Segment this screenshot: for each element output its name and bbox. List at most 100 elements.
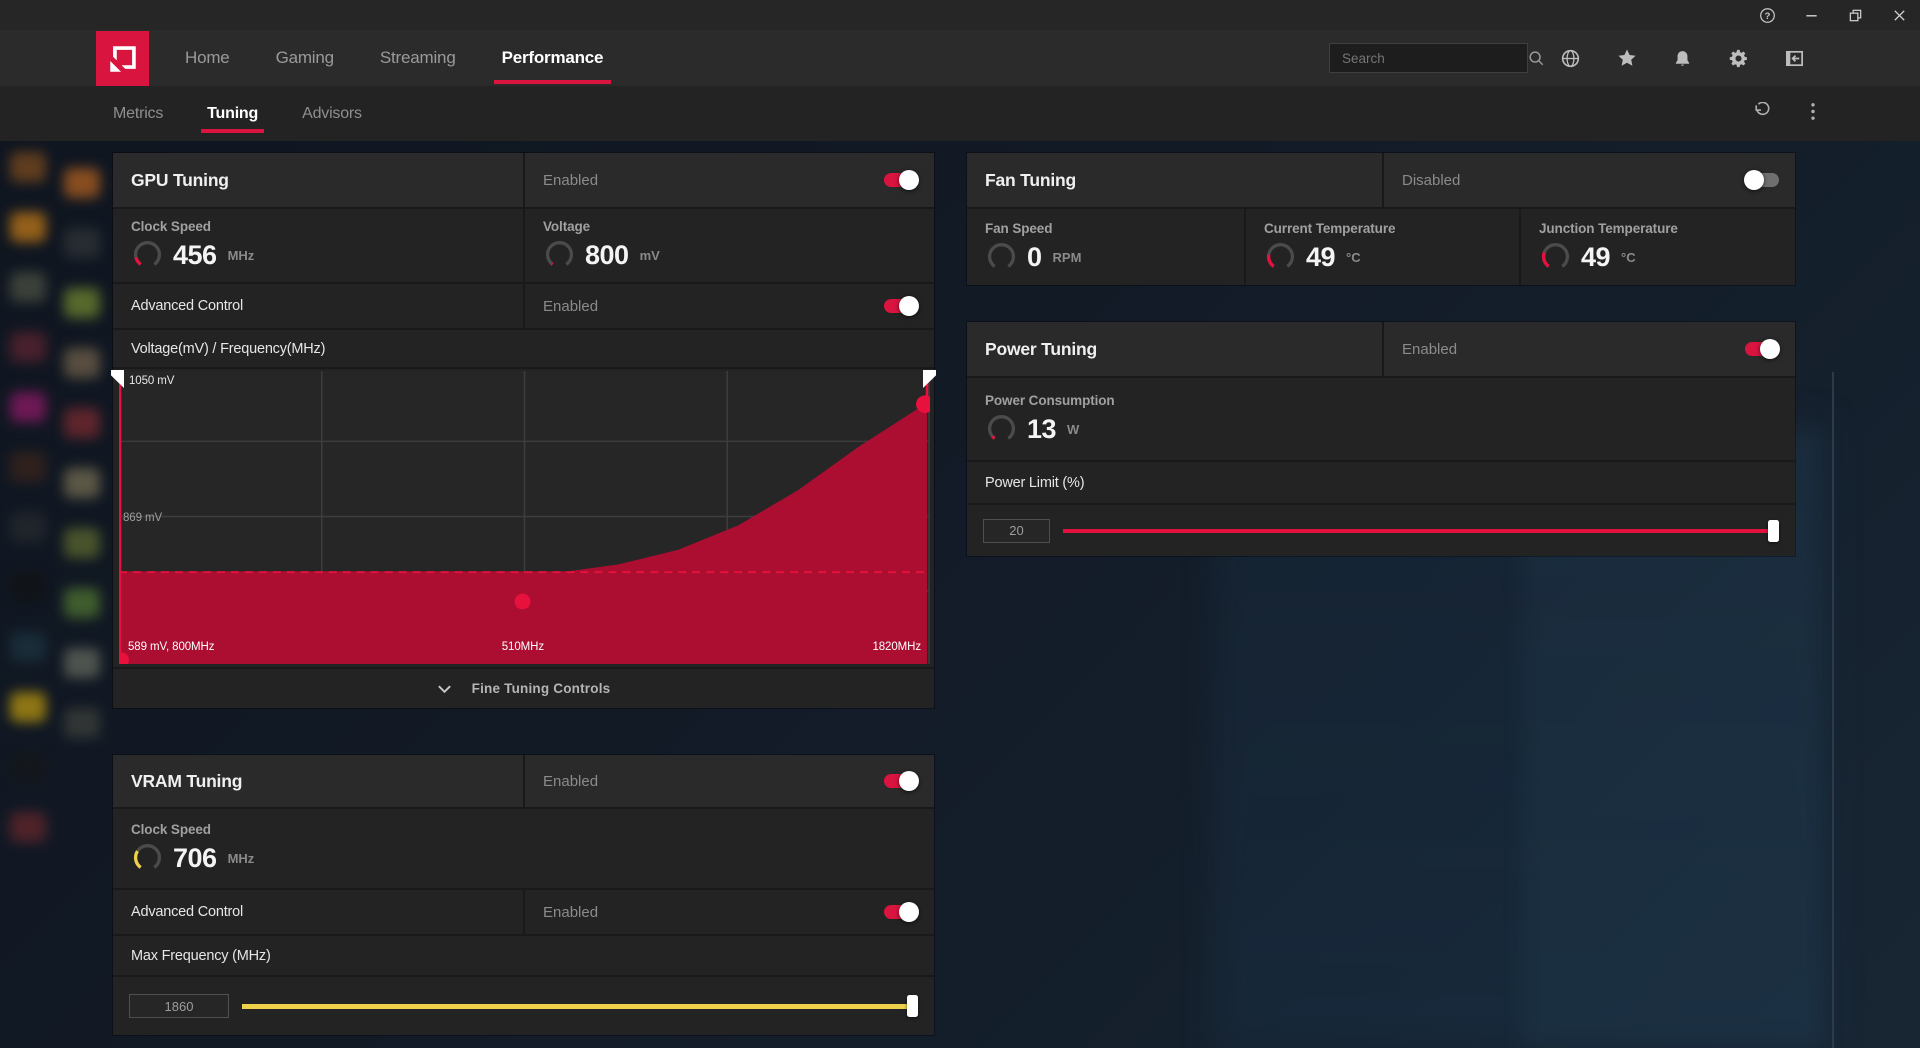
desktop-icon <box>10 632 46 662</box>
reset-icon[interactable] <box>1751 102 1770 126</box>
stat-value: 456 <box>173 240 217 271</box>
collapse-panel-icon[interactable] <box>1784 48 1805 69</box>
desktop-icon <box>64 408 100 438</box>
globe-icon[interactable] <box>1560 48 1581 69</box>
stat-unit: mV <box>640 248 660 263</box>
tab-tuning[interactable]: Tuning <box>207 105 258 123</box>
voltage-frequency-chart[interactable]: 1050 mV 869 mV 589 mV, 800MHz 510MHz 182… <box>119 371 930 664</box>
slider-handle[interactable] <box>1768 520 1779 542</box>
search-input[interactable] <box>1330 51 1527 66</box>
clock-speed-gauge <box>131 239 164 272</box>
tab-advisors[interactable]: Advisors <box>302 105 362 123</box>
desktop-icon <box>64 228 100 258</box>
desktop-icon <box>64 288 100 318</box>
status-label: Enabled <box>525 172 598 189</box>
power-limit-value-field[interactable]: 20 <box>983 519 1050 543</box>
desktop-icon <box>10 572 46 602</box>
power-consumption-gauge <box>985 413 1018 446</box>
performance-subnav: Metrics Tuning Advisors <box>0 86 1920 141</box>
stat-unit: MHz <box>228 248 255 263</box>
stat-label: Clock Speed <box>131 822 211 837</box>
desktop-icon <box>10 752 46 782</box>
power-tuning-card: Power Tuning Enabled Power Consumption 1… <box>967 322 1795 556</box>
minimize-icon[interactable] <box>1803 7 1820 24</box>
desktop-icon <box>64 168 100 198</box>
search-icon[interactable] <box>1527 48 1545 69</box>
stat-label: Clock Speed <box>131 219 211 234</box>
slider-handle[interactable] <box>907 995 918 1017</box>
chevron-down-icon <box>437 684 452 694</box>
voltage-gauge <box>543 239 576 272</box>
stat-label: Fan Speed <box>985 221 1052 236</box>
desktop-icon <box>64 648 100 678</box>
desktop-icon <box>64 468 100 498</box>
current-temp-gauge <box>1264 241 1297 274</box>
max-frequency-value-field[interactable]: 1860 <box>129 994 229 1018</box>
kebab-icon[interactable] <box>1810 102 1816 126</box>
desktop-icon <box>64 528 100 558</box>
desktop-icon <box>64 588 100 618</box>
gpu-tuning-toggle[interactable] <box>884 173 918 187</box>
advanced-control-label: Advanced Control <box>113 298 243 314</box>
search-box[interactable] <box>1329 43 1528 73</box>
power-tuning-toggle[interactable] <box>1745 342 1779 356</box>
status-label: Disabled <box>1384 172 1460 189</box>
tab-metrics[interactable]: Metrics <box>113 105 163 123</box>
stat-value: 800 <box>585 240 629 271</box>
amd-logo[interactable] <box>96 31 149 86</box>
max-frequency-slider[interactable] <box>242 994 918 1018</box>
card-title: Power Tuning <box>967 339 1097 360</box>
desktop-icon <box>10 332 46 362</box>
desktop-icon <box>64 348 100 378</box>
scrollbar-track[interactable] <box>1832 372 1834 1048</box>
titlebar: ? <box>0 0 1920 30</box>
fine-tuning-label: Fine Tuning Controls <box>472 681 611 696</box>
close-icon[interactable] <box>1891 7 1908 24</box>
x-axis-left-label: 589 mV, 800MHz <box>128 641 214 653</box>
status-label: Enabled <box>525 773 598 790</box>
power-limit-slider[interactable] <box>1063 519 1779 543</box>
card-title: VRAM Tuning <box>113 771 242 792</box>
fan-speed-gauge <box>985 241 1018 274</box>
desktop-icon <box>64 708 100 738</box>
stat-unit: MHz <box>228 851 255 866</box>
status-label: Enabled <box>525 904 598 921</box>
fan-tuning-toggle[interactable] <box>1745 173 1779 187</box>
vram-tuning-toggle[interactable] <box>884 774 918 788</box>
restore-icon[interactable] <box>1847 7 1864 24</box>
stat-label: Voltage <box>543 219 590 234</box>
desktop-icon <box>10 452 46 482</box>
stat-unit: °C <box>1621 250 1636 265</box>
junction-temp-gauge <box>1539 241 1572 274</box>
stat-label: Power Consumption <box>985 393 1115 408</box>
fine-tuning-expander[interactable]: Fine Tuning Controls <box>113 667 934 708</box>
nav-gaming[interactable]: Gaming <box>276 48 334 68</box>
radeon-software-window: ? Home Gaming Streaming Performance <box>0 0 1920 1048</box>
desktop-icon <box>10 692 46 722</box>
nav-home[interactable]: Home <box>185 48 230 68</box>
desktop-icon <box>10 212 46 242</box>
nav-performance[interactable]: Performance <box>502 48 604 68</box>
stat-value: 706 <box>173 843 217 874</box>
vram-clock-gauge <box>131 842 164 875</box>
nav-streaming[interactable]: Streaming <box>380 48 456 68</box>
status-label: Enabled <box>525 298 598 315</box>
gear-icon[interactable] <box>1728 48 1749 69</box>
bell-icon[interactable] <box>1672 48 1693 69</box>
x-axis-right-label: 1820MHz <box>872 641 921 653</box>
stat-unit: °C <box>1346 250 1361 265</box>
power-limit-label: Power Limit (%) <box>967 475 1084 491</box>
desktop-icon <box>10 392 46 422</box>
chart-handle-left[interactable] <box>111 370 124 388</box>
chart-title: Voltage(mV) / Frequency(MHz) <box>113 341 325 357</box>
svg-text:?: ? <box>1765 10 1771 21</box>
main-navbar: Home Gaming Streaming Performance <box>0 30 1920 86</box>
stat-label: Current Temperature <box>1264 221 1395 236</box>
stat-value: 49 <box>1306 242 1335 273</box>
desktop-icon <box>10 512 46 542</box>
y-axis-mid-label: 869 mV <box>123 512 162 524</box>
gpu-advanced-toggle[interactable] <box>884 299 918 313</box>
star-icon[interactable] <box>1616 48 1637 69</box>
vram-advanced-toggle[interactable] <box>884 905 918 919</box>
help-icon[interactable]: ? <box>1759 7 1776 24</box>
